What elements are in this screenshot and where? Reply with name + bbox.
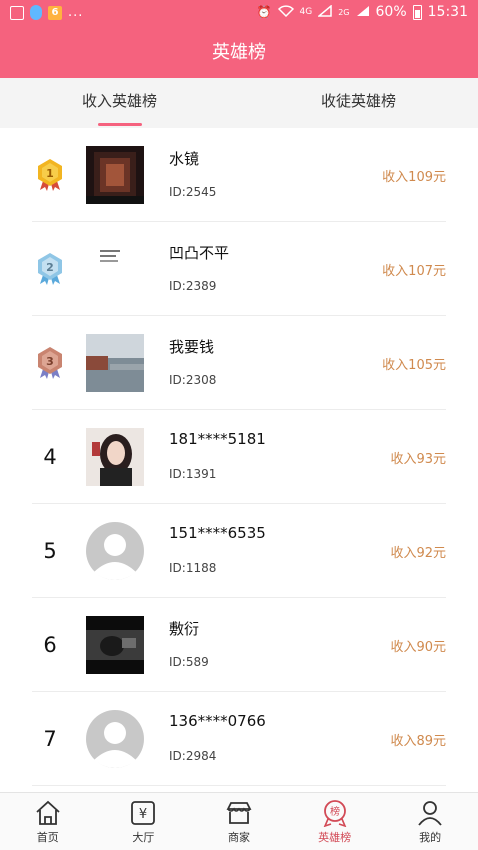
tab-income-heroes[interactable]: 收入英雄榜 (0, 78, 239, 128)
default-avatar-icon (86, 522, 144, 580)
income-amount: 收入105元 (382, 358, 446, 373)
svg-text:¥: ¥ (139, 807, 147, 822)
leaderboard-row[interactable]: 4 181****5181 ID:1391 收入93元 (32, 410, 446, 504)
svg-text:1: 1 (46, 167, 54, 180)
system-icons: ⏰ 4G 2G 60% 15:31 (256, 3, 468, 20)
user-name: 136****0766 (169, 712, 266, 730)
rank-number: 6 (32, 598, 68, 692)
nav-home[interactable]: 首页 (0, 793, 96, 850)
alarm-icon: ⏰ (256, 5, 272, 19)
network-type-2: 2G (338, 7, 350, 17)
battery-icon (412, 4, 422, 20)
nav-home-label: 首页 (36, 831, 59, 844)
user-id: ID:1188 (169, 561, 217, 575)
signal-icon-2 (356, 5, 370, 20)
page-title: 英雄榜 (212, 42, 266, 63)
bronze-medal-icon: 3 (38, 347, 62, 379)
leaderboard-row[interactable]: 2 凹凸不平 ID:2389 收入107元 (32, 222, 446, 316)
drop-notification-icon (30, 5, 42, 20)
notification-icons: 6 ... (10, 5, 83, 20)
income-amount: 收入107元 (382, 264, 446, 279)
user-id: ID:2545 (169, 185, 217, 199)
clock: 15:31 (427, 4, 468, 20)
rank-number-text: 7 (43, 727, 57, 751)
hero-badge-icon: 榜 (323, 800, 346, 827)
signal-icon (317, 3, 332, 20)
nav-mine[interactable]: 我的 (382, 793, 478, 850)
leaderboard-row[interactable]: 1 水镜 ID:2545 收入109元 (32, 128, 446, 222)
user-id: ID:589 (169, 655, 209, 669)
svg-text:3: 3 (46, 355, 54, 368)
svg-text:榜: 榜 (330, 805, 340, 818)
rank-medal: 1 (32, 128, 68, 222)
user-name: 凹凸不平 (169, 244, 230, 262)
user-id: ID:1391 (169, 467, 217, 481)
rank-number-text: 4 (43, 445, 57, 469)
avatar (86, 616, 144, 674)
rank-medal: 2 (32, 222, 68, 316)
silver-medal-icon: 2 (38, 253, 62, 285)
rank-number: 4 (32, 410, 68, 504)
leaderboard-list: 1 水镜 ID:2545 收入109元 2 凹凸不平 ID:2389 收入107… (0, 128, 478, 786)
status-bar: 6 ... ⏰ 4G 2G 60% 15:31 (0, 0, 478, 28)
network-type: 4G (299, 7, 313, 17)
income-amount: 收入90元 (390, 640, 446, 655)
income-amount: 收入89元 (390, 734, 446, 749)
nav-mine-label: 我的 (419, 831, 442, 844)
wifi-icon (277, 4, 294, 20)
leaderboard-row[interactable]: 6 敷衍 ID:589 收入90元 (32, 598, 446, 692)
rank-number-text: 6 (43, 633, 57, 657)
shop-icon (226, 802, 252, 824)
avatar (86, 428, 144, 486)
default-avatar-icon (86, 710, 144, 768)
user-name: 181****5181 (169, 430, 266, 448)
nav-merchant-label: 商家 (227, 831, 250, 844)
avatar (86, 146, 144, 204)
battery-percent: 60% (375, 4, 407, 20)
rank-number: 5 (32, 504, 68, 598)
income-amount: 收入92元 (390, 546, 446, 561)
more-notifications: ... (68, 5, 84, 20)
bottom-nav: 首页 ¥ 大厅 商家 榜 英雄榜 我的 (0, 792, 478, 850)
leaderboard-row[interactable]: 7 136****0766 ID:2984 收入89元 (32, 692, 446, 786)
home-icon (36, 800, 60, 825)
rank-medal: 3 (32, 316, 68, 410)
title-bar: 英雄榜 (0, 28, 478, 78)
user-name: 151****6535 (169, 524, 266, 542)
user-name: 我要钱 (169, 338, 215, 356)
income-amount: 收入93元 (390, 452, 446, 467)
image-notification-icon (10, 5, 24, 20)
user-id: ID:2389 (169, 279, 217, 293)
app-notification-icon: 6 (48, 5, 62, 20)
tab-apprentice-heroes[interactable]: 收徒英雄榜 (239, 78, 478, 128)
nav-heroes[interactable]: 榜 英雄榜 (287, 793, 383, 850)
svg-text:2: 2 (46, 261, 54, 274)
rank-number-text: 5 (43, 539, 57, 563)
nav-heroes-label: 英雄榜 (318, 831, 352, 844)
user-id: ID:2984 (169, 749, 217, 763)
leaderboard-row[interactable]: 3 我要钱 ID:2308 收入105元 (32, 316, 446, 410)
avatar (86, 240, 144, 298)
gold-medal-icon: 1 (38, 159, 62, 191)
user-name: 水镜 (169, 150, 200, 168)
user-id: ID:2308 (169, 373, 217, 387)
nav-merchant[interactable]: 商家 (191, 793, 287, 850)
user-icon (418, 801, 442, 826)
rank-number: 7 (32, 692, 68, 786)
leaderboard-row[interactable]: 5 151****6535 ID:1188 收入92元 (32, 504, 446, 598)
user-name: 敷衍 (169, 620, 200, 638)
yuan-icon: ¥ (131, 801, 156, 825)
nav-hall[interactable]: ¥ 大厅 (96, 793, 192, 850)
income-amount: 收入109元 (382, 170, 446, 185)
avatar (86, 334, 144, 392)
nav-hall-label: 大厅 (132, 831, 155, 844)
leaderboard-tabs: 收入英雄榜 收徒英雄榜 (0, 78, 478, 128)
